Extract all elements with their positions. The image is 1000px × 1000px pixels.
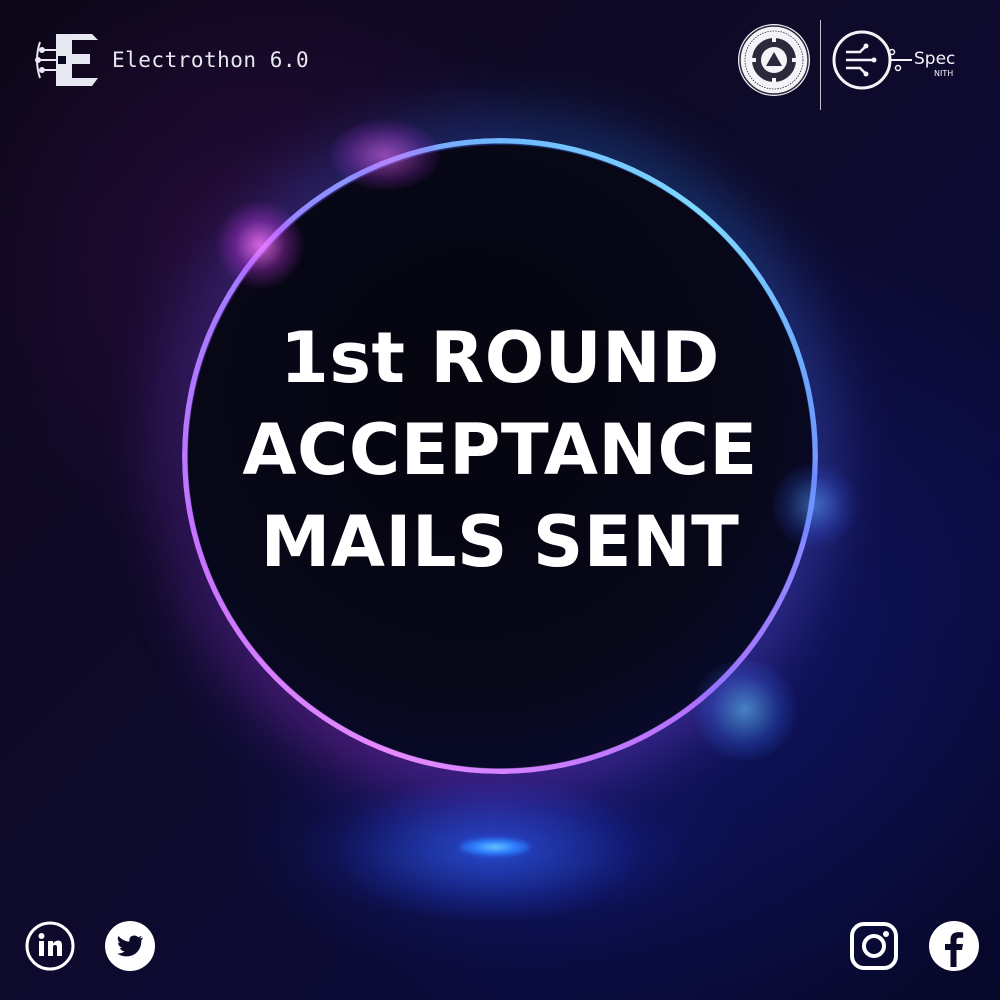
instagram-icon[interactable] xyxy=(848,920,900,972)
spec-logo-text: Spec xyxy=(914,49,955,69)
facebook-icon[interactable] xyxy=(928,920,980,972)
electrothon-logo-icon xyxy=(35,34,98,86)
nith-seal-logo-icon xyxy=(738,24,810,96)
logo-divider xyxy=(820,20,821,110)
ring-spark-bottom-right xyxy=(690,660,800,760)
spec-logo-subtext: NITH xyxy=(934,69,953,78)
headline-line-3: MAILS SENT xyxy=(260,501,740,583)
brand-name: Electrothon 6.0 xyxy=(112,48,310,72)
ring-spark-top-left xyxy=(215,200,305,290)
twitter-icon[interactable] xyxy=(104,920,156,972)
headline: 1st ROUND ACCEPTANCE MAILS SENT xyxy=(180,312,820,588)
brand: Electrothon 6.0 xyxy=(30,28,309,92)
floor-glow xyxy=(460,838,530,856)
spec-nith-logo-icon: Spec NITH xyxy=(832,30,955,90)
ring-spark-top xyxy=(330,120,440,190)
headline-line-2: ACCEPTANCE xyxy=(242,409,758,491)
linkedin-icon[interactable] xyxy=(24,920,76,972)
headline-line-1: 1st ROUND xyxy=(280,317,720,399)
